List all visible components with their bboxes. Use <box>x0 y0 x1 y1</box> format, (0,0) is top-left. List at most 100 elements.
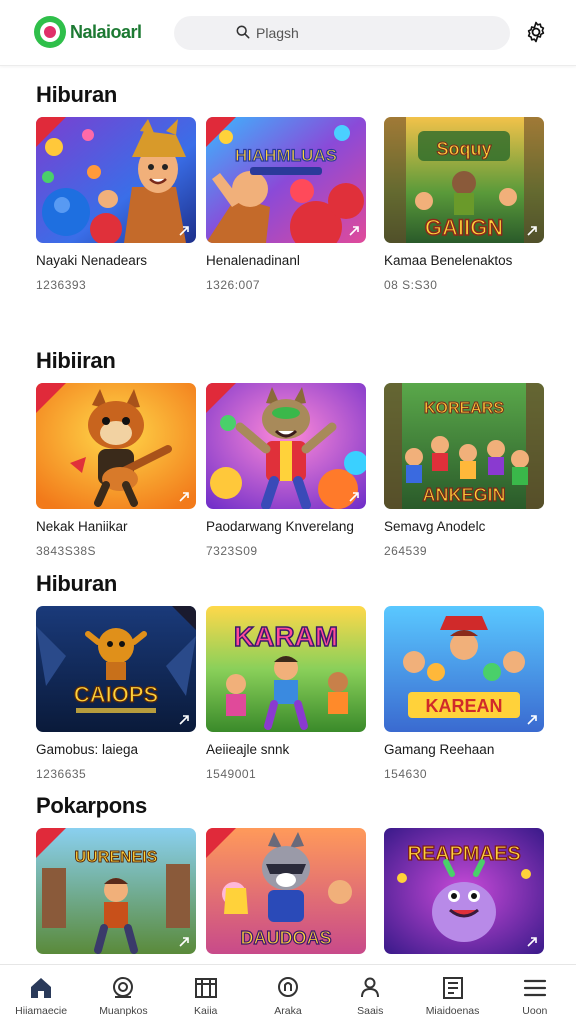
external-link-icon <box>179 715 189 725</box>
game-card[interactable]: DAUDOAS <box>206 828 366 954</box>
game-play-count: 08 S:S30 <box>384 278 438 292</box>
game-thumbnail[interactable]: Soquy GAIIGN <box>384 117 544 243</box>
top-bar: Nalaioarl <box>0 0 576 66</box>
art-title: GAIIGN <box>425 215 503 240</box>
game-card[interactable]: KAREAN Gamang Reehaan 154630 <box>384 606 544 781</box>
nav-item-categories[interactable]: Kaiia <box>165 965 247 1024</box>
game-thumbnail[interactable]: UURENEIS <box>36 828 196 954</box>
game-title: Aeiieajle snnk <box>206 742 290 757</box>
menu-icon <box>523 979 546 997</box>
nav-label: Kaiia <box>194 1005 218 1017</box>
game-card[interactable]: REAPMAES <box>384 828 544 954</box>
corner-badge <box>172 606 196 630</box>
external-link-icon <box>527 226 537 236</box>
controller-icon <box>113 977 134 998</box>
new-badge <box>206 828 236 858</box>
game-card[interactable]: Paodarwang Knverelang 7323S09 <box>206 383 366 558</box>
game-card[interactable]: Soquy GAIIGN Kamaa Benelenaktos 08 S:S30 <box>384 117 544 292</box>
game-card[interactable]: Nayaki Nenadears 1236393 <box>36 117 196 292</box>
game-thumbnail[interactable] <box>36 383 196 509</box>
game-play-count: 1236393 <box>36 278 87 292</box>
svg-text:KOREARS: KOREARS <box>424 400 504 417</box>
game-title: Nayaki Nenadears <box>36 253 148 268</box>
art-title: ANKEGIN <box>422 485 505 505</box>
new-badge <box>206 383 236 413</box>
external-link-icon <box>349 226 359 236</box>
game-card[interactable]: KOREARS ANKEGIN Semavg Anodelc 264539 <box>384 383 544 558</box>
new-badge <box>36 383 66 413</box>
game-thumbnail[interactable]: DAUDOAS <box>206 828 366 954</box>
external-link-icon <box>179 226 189 236</box>
nav-label: Miaidoenas <box>425 1005 480 1017</box>
app-logo[interactable] <box>34 16 66 48</box>
home-icon <box>31 978 52 998</box>
game-title: Gamobus: laiega <box>36 742 139 757</box>
art-title: DAUDOAS <box>240 928 331 948</box>
art-title: UURENEIS <box>75 849 158 866</box>
nav-item-rank[interactable]: Araka <box>247 965 329 1024</box>
game-play-count: 7323S09 <box>206 544 258 558</box>
game-play-count: 1236635 <box>36 767 87 781</box>
settings-gear-icon[interactable] <box>524 20 548 44</box>
game-thumbnail[interactable]: KOREARS ANKEGIN <box>384 383 544 509</box>
game-title: Semavg Anodelc <box>384 519 486 534</box>
game-title: Paodarwang Knverelang <box>206 519 354 534</box>
nav-item-profile[interactable]: Saais <box>329 965 411 1024</box>
new-badge <box>36 828 66 858</box>
game-thumbnail[interactable]: CAIOPS <box>36 606 196 732</box>
game-title: Gamang Reehaan <box>384 742 495 757</box>
search-input[interactable] <box>234 25 474 41</box>
game-play-count: 3843S38S <box>36 544 97 558</box>
nav-item-games[interactable]: Muanpkos <box>82 965 164 1024</box>
art-title: KARAM <box>234 621 338 652</box>
grid-icon <box>194 978 217 998</box>
external-link-icon <box>349 492 359 502</box>
svg-text:Soquy: Soquy <box>436 139 491 159</box>
game-card[interactable]: UURENEIS <box>36 828 196 954</box>
game-thumbnail[interactable]: KARAM <box>206 606 366 732</box>
game-play-count: 154630 <box>384 767 428 781</box>
nav-label: Muanpkos <box>99 1005 148 1017</box>
game-card[interactable]: KARAM Aeiieajle snnk 1549001 <box>206 606 366 781</box>
nav-item-home[interactable]: Hiiamaecie <box>0 965 82 1024</box>
art-title: CAIOPS <box>74 682 158 707</box>
bottom-navigation: Hiiamaecie Muanpkos Kaiia Araka Saais Mi… <box>0 964 576 1024</box>
game-play-count: 264539 <box>384 544 428 558</box>
section-title: Hiburan <box>36 571 118 596</box>
section-title: Hibiiran <box>36 348 116 373</box>
badge-icon <box>277 977 298 997</box>
search-icon <box>236 25 250 39</box>
game-play-count: 1549001 <box>206 767 257 781</box>
external-link-icon <box>179 492 189 502</box>
section-title: Hiburan <box>36 82 118 107</box>
game-title: Nekak Haniikar <box>36 519 128 534</box>
game-thumbnail[interactable]: REAPMAES <box>384 828 544 954</box>
library-icon <box>442 977 463 999</box>
game-thumbnail[interactable]: HIAHMLUAS <box>206 117 366 243</box>
nav-label: Saais <box>357 1005 384 1017</box>
art-title: HIAHMLUAS <box>235 146 337 165</box>
new-badge <box>36 117 66 147</box>
search-bar[interactable] <box>174 16 510 50</box>
game-thumbnail[interactable] <box>206 383 366 509</box>
game-title: Kamaa Benelenaktos <box>384 253 513 268</box>
section-title: Pokarpons <box>36 793 147 818</box>
art-title: REAPMAES <box>407 843 520 865</box>
external-link-icon <box>527 937 537 947</box>
new-badge <box>206 117 236 147</box>
external-link-icon <box>527 715 537 725</box>
game-thumbnail[interactable] <box>36 117 196 243</box>
game-card[interactable]: Nekak Haniikar 3843S38S <box>36 383 196 558</box>
nav-label: Uoon <box>522 1005 548 1017</box>
nav-label: Hiiamaecie <box>15 1005 68 1017</box>
brand-name[interactable]: Nalaioarl <box>70 22 142 43</box>
external-link-icon <box>179 937 189 947</box>
nav-item-menu[interactable]: Uoon <box>494 965 576 1024</box>
game-thumbnail[interactable]: KAREAN <box>384 606 544 732</box>
game-card[interactable]: HIAHMLUAS Henalenadinanl 1326:007 <box>206 117 366 292</box>
game-play-count: 1326:007 <box>206 278 261 292</box>
game-card[interactable]: CAIOPS Gamobus: laiega 1236635 <box>36 606 196 781</box>
user-icon <box>361 977 380 998</box>
game-title: Henalenadinanl <box>206 253 300 268</box>
nav-item-library[interactable]: Miaidoenas <box>411 965 493 1024</box>
